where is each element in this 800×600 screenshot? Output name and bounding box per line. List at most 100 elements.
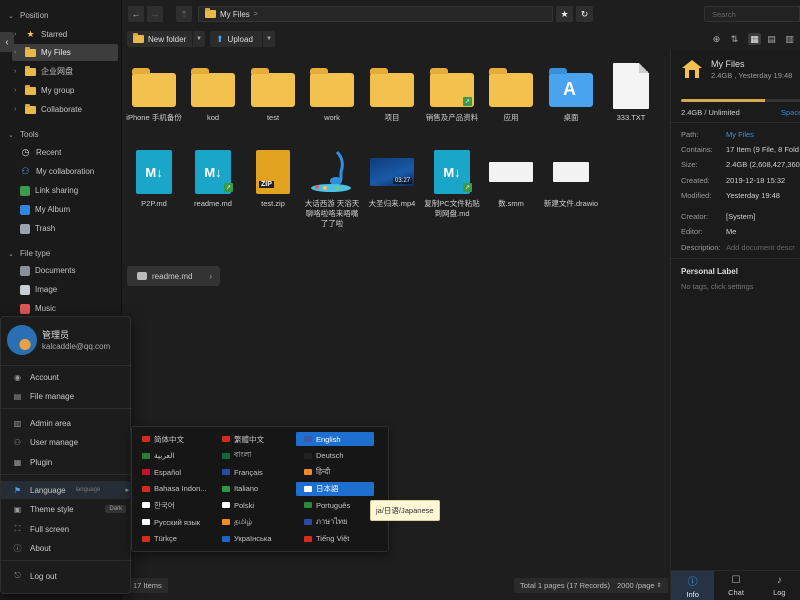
menu-item-file-manage[interactable]: ▤ File manage (1, 387, 132, 405)
language-option[interactable]: Français (214, 465, 292, 479)
sidebar-item-label: Link sharing (35, 186, 79, 195)
language-option[interactable]: বাংলা (214, 449, 292, 463)
file-item[interactable]: ↗ 销售及产品资料 (425, 64, 479, 123)
file-icon-wrap (370, 64, 414, 108)
avatar[interactable] (7, 325, 37, 355)
search-input[interactable]: Search (704, 6, 800, 22)
forward-button[interactable]: → (147, 6, 163, 22)
sidebar-item-my-collaboration[interactable]: ⚇ My collaboration (18, 163, 124, 180)
list-view-icon[interactable]: ▤ (765, 33, 778, 45)
file-item[interactable]: 新建文件.drawio (544, 150, 598, 209)
menu-item-account[interactable]: ◉ Account (1, 368, 132, 386)
recent-file-chip[interactable]: readme.md › (127, 266, 220, 286)
per-page-select[interactable]: 2000 /page ⇕ (611, 578, 668, 593)
language-option[interactable]: 繁體中文 (214, 432, 292, 446)
file-name: 复制PC文件粘贴到网盘.md (424, 199, 480, 218)
file-item[interactable]: A 桌面 (544, 64, 598, 123)
menu-item-plugin[interactable]: ▦ Plugin (1, 453, 132, 471)
grid-view-icon[interactable]: ▦ (748, 33, 761, 45)
file-item[interactable]: 333.TXT (604, 63, 658, 123)
address-bar[interactable]: My Files > (198, 6, 553, 22)
breadcrumb[interactable]: My Files (220, 10, 250, 19)
property-value: 17 Item (9 File, 8 Fold (726, 145, 799, 154)
tags-placeholder[interactable]: No tags, click settings (681, 282, 754, 291)
file-item[interactable]: 数.smm (484, 150, 538, 209)
split-view-icon[interactable]: ▥ (783, 33, 796, 45)
sidebar-item-link-sharing[interactable]: Link sharing (18, 182, 124, 199)
language-option[interactable]: Italiano (214, 482, 292, 496)
menu-item-language[interactable]: ⚑ Language language ▸ (1, 481, 132, 499)
zoom-icon[interactable]: ⊕ (710, 33, 723, 45)
language-option[interactable]: Deutsch (296, 449, 374, 463)
menu-item-about[interactable]: ⓘ About (1, 539, 132, 557)
sidebar-item-starred[interactable]: › ★ Starred (12, 26, 118, 43)
menu-item-label: Theme style (30, 504, 74, 514)
section-file-type[interactable]: ⌄ File type (8, 249, 50, 258)
sidebar-item-my-files[interactable]: › My Files (12, 44, 118, 61)
pagination-info: Total 1 pages (17 Records) (514, 578, 617, 593)
sidebar-item-documents[interactable]: Documents (18, 262, 124, 279)
section-tools[interactable]: ⌄ Tools (8, 130, 39, 139)
sidebar-item-collaborate[interactable]: › Collaborate (12, 101, 118, 118)
menu-item-admin-area[interactable]: ▥ Admin area (1, 414, 132, 432)
new-folder-button[interactable]: New folder ▼ (127, 31, 205, 47)
language-option[interactable]: हिन्दी (296, 465, 374, 479)
property-value[interactable]: My Files (726, 130, 754, 142)
tab-log[interactable]: ♪ Log (758, 571, 800, 600)
file-item[interactable]: 大话西游 天浴天聊咯啦咯来唔嘴了了啦 (305, 150, 359, 229)
language-option[interactable]: Español (134, 465, 212, 479)
sidebar-item-trash[interactable]: Trash (18, 220, 124, 237)
language-option[interactable]: Português (296, 498, 374, 512)
language-option[interactable]: العربية (134, 449, 212, 463)
text-file-icon (613, 63, 649, 109)
language-option[interactable]: Bahasa Indon... (134, 482, 212, 496)
menu-item-log-out[interactable]: ⎋ Log out (1, 567, 132, 585)
sort-icon[interactable]: ⇅ (728, 33, 741, 45)
chevron-down-icon[interactable]: ▼ (192, 31, 205, 47)
up-button[interactable]: ⇡ (176, 6, 192, 22)
refresh-button[interactable]: ↻ (576, 6, 593, 22)
section-position[interactable]: ⌄ Position (8, 11, 48, 20)
chevron-down-icon[interactable]: ▼ (262, 31, 275, 47)
star-button[interactable]: ★ (556, 6, 573, 22)
space-link[interactable]: Space (781, 108, 800, 117)
language-option[interactable]: Türkçe (134, 532, 212, 546)
menu-item-full-screen[interactable]: ⛶ Full screen (1, 520, 132, 538)
language-option[interactable]: Українська (214, 532, 292, 546)
back-button[interactable]: ← (128, 6, 144, 22)
language-option[interactable]: 한국어 (134, 498, 212, 512)
language-option[interactable]: ภาษาไทย (296, 515, 374, 529)
language-option[interactable]: 简体中文 (134, 432, 212, 446)
file-item[interactable]: work (305, 64, 359, 123)
language-option[interactable]: Tiếng Việt (296, 532, 374, 546)
file-item[interactable]: M↓ P2P.md (127, 150, 181, 209)
file-item[interactable]: ZIP test.zip (246, 150, 300, 209)
file-item[interactable]: 应用 (484, 64, 538, 123)
language-option[interactable]: Polski (214, 498, 292, 512)
tab-chat[interactable]: ☐ Chat (714, 571, 757, 600)
sidebar-item-my-album[interactable]: My Album (18, 201, 124, 218)
tab-info[interactable]: ⓘ Info (671, 571, 715, 600)
sidebar-item-image[interactable]: Image (18, 281, 124, 298)
language-option[interactable]: 日本語 (296, 481, 374, 496)
menu-item-user-manage[interactable]: ⚇ User manage (1, 433, 132, 451)
language-option[interactable]: தமிழ் (214, 515, 292, 529)
language-option[interactable]: English (296, 432, 374, 446)
sidebar-item-enterprise[interactable]: › 企业网盘 (12, 63, 118, 80)
file-item[interactable]: 项目 (365, 64, 419, 123)
menu-item-theme-style[interactable]: ▣ Theme style Dark (1, 500, 132, 518)
file-item[interactable]: 03:27 大圣归来.mp4 (365, 150, 419, 209)
property-value[interactable]: Add document descr (726, 243, 795, 255)
file-item[interactable]: kod (186, 64, 240, 123)
file-item[interactable]: M↓ ↗ 复制PC文件粘贴到网盘.md (424, 150, 480, 219)
file-item[interactable]: M↓ ↗ readme.md (186, 150, 240, 209)
upload-button[interactable]: ⬆ Upload ▼ (210, 31, 275, 47)
sidebar-item-music[interactable]: Music (18, 300, 124, 317)
sidebar-item-my-group[interactable]: › My group (12, 82, 118, 99)
sidebar-collapse-button[interactable]: ‹ (0, 32, 14, 52)
file-item[interactable]: test (246, 64, 300, 123)
file-item[interactable]: iPhone 手机备份 (126, 64, 182, 123)
language-option[interactable]: Русский язык (134, 515, 212, 529)
chevron-down-icon: ⌄ (8, 250, 14, 258)
sidebar-item-recent[interactable]: ◷ Recent (18, 144, 124, 161)
